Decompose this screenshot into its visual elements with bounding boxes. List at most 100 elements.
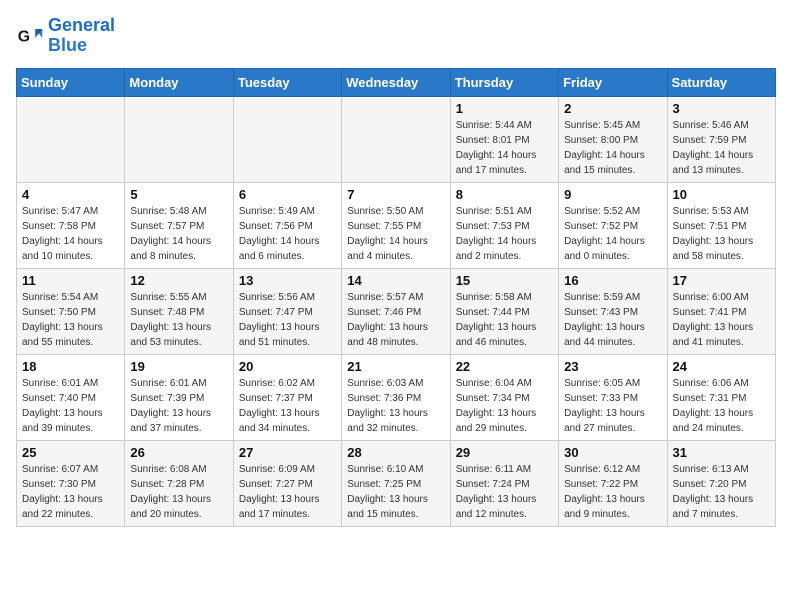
day-number: 1 bbox=[456, 101, 553, 116]
day-info: Sunrise: 5:47 AM Sunset: 7:58 PM Dayligh… bbox=[22, 204, 119, 264]
calendar-cell bbox=[125, 96, 233, 182]
day-info: Sunrise: 6:01 AM Sunset: 7:39 PM Dayligh… bbox=[130, 376, 227, 436]
day-number: 6 bbox=[239, 187, 336, 202]
day-number: 22 bbox=[456, 359, 553, 374]
calendar-cell: 14 Sunrise: 5:57 AM Sunset: 7:46 PM Dayli… bbox=[342, 268, 450, 354]
day-number: 26 bbox=[130, 445, 227, 460]
day-number: 16 bbox=[564, 273, 661, 288]
day-number: 23 bbox=[564, 359, 661, 374]
day-info: Sunrise: 6:05 AM Sunset: 7:33 PM Dayligh… bbox=[564, 376, 661, 436]
day-info: Sunrise: 6:10 AM Sunset: 7:25 PM Dayligh… bbox=[347, 462, 444, 522]
day-header-tuesday: Tuesday bbox=[233, 68, 341, 96]
calendar-cell: 10 Sunrise: 5:53 AM Sunset: 7:51 PM Dayli… bbox=[667, 182, 775, 268]
day-info: Sunrise: 5:58 AM Sunset: 7:44 PM Dayligh… bbox=[456, 290, 553, 350]
day-info: Sunrise: 5:49 AM Sunset: 7:56 PM Dayligh… bbox=[239, 204, 336, 264]
calendar-cell: 4 Sunrise: 5:47 AM Sunset: 7:58 PM Daylig… bbox=[17, 182, 125, 268]
calendar-table: SundayMondayTuesdayWednesdayThursdayFrid… bbox=[16, 68, 776, 527]
calendar-cell: 23 Sunrise: 6:05 AM Sunset: 7:33 PM Dayli… bbox=[559, 354, 667, 440]
day-number: 29 bbox=[456, 445, 553, 460]
day-info: Sunrise: 6:11 AM Sunset: 7:24 PM Dayligh… bbox=[456, 462, 553, 522]
day-number: 8 bbox=[456, 187, 553, 202]
calendar-cell: 29 Sunrise: 6:11 AM Sunset: 7:24 PM Dayli… bbox=[450, 440, 558, 526]
day-info: Sunrise: 6:06 AM Sunset: 7:31 PM Dayligh… bbox=[673, 376, 770, 436]
day-info: Sunrise: 5:59 AM Sunset: 7:43 PM Dayligh… bbox=[564, 290, 661, 350]
day-header-wednesday: Wednesday bbox=[342, 68, 450, 96]
calendar-cell: 1Sunrise: 5:44 AM Sunset: 8:01 PM Daylig… bbox=[450, 96, 558, 182]
day-number: 9 bbox=[564, 187, 661, 202]
day-info: Sunrise: 5:46 AM Sunset: 7:59 PM Dayligh… bbox=[673, 118, 770, 178]
day-info: Sunrise: 6:01 AM Sunset: 7:40 PM Dayligh… bbox=[22, 376, 119, 436]
calendar-cell: 27 Sunrise: 6:09 AM Sunset: 7:27 PM Dayli… bbox=[233, 440, 341, 526]
day-info: Sunrise: 5:55 AM Sunset: 7:48 PM Dayligh… bbox=[130, 290, 227, 350]
day-number: 10 bbox=[673, 187, 770, 202]
week-row-4: 25 Sunrise: 6:07 AM Sunset: 7:30 PM Dayli… bbox=[17, 440, 776, 526]
day-info: Sunrise: 6:12 AM Sunset: 7:22 PM Dayligh… bbox=[564, 462, 661, 522]
day-number: 21 bbox=[347, 359, 444, 374]
day-info: Sunrise: 6:13 AM Sunset: 7:20 PM Dayligh… bbox=[673, 462, 770, 522]
calendar-cell: 9 Sunrise: 5:52 AM Sunset: 7:52 PM Daylig… bbox=[559, 182, 667, 268]
calendar-cell: 2 Sunrise: 5:45 AM Sunset: 8:00 PM Daylig… bbox=[559, 96, 667, 182]
calendar-cell: 16 Sunrise: 5:59 AM Sunset: 7:43 PM Dayli… bbox=[559, 268, 667, 354]
svg-text:G: G bbox=[18, 28, 30, 45]
calendar-cell: 11Sunrise: 5:54 AM Sunset: 7:50 PM Dayli… bbox=[17, 268, 125, 354]
day-info: Sunrise: 5:45 AM Sunset: 8:00 PM Dayligh… bbox=[564, 118, 661, 178]
day-info: Sunrise: 6:04 AM Sunset: 7:34 PM Dayligh… bbox=[456, 376, 553, 436]
day-number: 13 bbox=[239, 273, 336, 288]
day-number: 15 bbox=[456, 273, 553, 288]
day-header-thursday: Thursday bbox=[450, 68, 558, 96]
day-number: 17 bbox=[673, 273, 770, 288]
day-info: Sunrise: 6:07 AM Sunset: 7:30 PM Dayligh… bbox=[22, 462, 119, 522]
day-info: Sunrise: 5:56 AM Sunset: 7:47 PM Dayligh… bbox=[239, 290, 336, 350]
day-header-monday: Monday bbox=[125, 68, 233, 96]
day-info: Sunrise: 6:03 AM Sunset: 7:36 PM Dayligh… bbox=[347, 376, 444, 436]
day-info: Sunrise: 6:09 AM Sunset: 7:27 PM Dayligh… bbox=[239, 462, 336, 522]
day-info: Sunrise: 5:53 AM Sunset: 7:51 PM Dayligh… bbox=[673, 204, 770, 264]
week-row-0: 1Sunrise: 5:44 AM Sunset: 8:01 PM Daylig… bbox=[17, 96, 776, 182]
calendar-cell: 7 Sunrise: 5:50 AM Sunset: 7:55 PM Daylig… bbox=[342, 182, 450, 268]
calendar-cell: 21 Sunrise: 6:03 AM Sunset: 7:36 PM Dayli… bbox=[342, 354, 450, 440]
day-number: 31 bbox=[673, 445, 770, 460]
day-number: 2 bbox=[564, 101, 661, 116]
calendar-cell bbox=[17, 96, 125, 182]
day-info: Sunrise: 6:08 AM Sunset: 7:28 PM Dayligh… bbox=[130, 462, 227, 522]
calendar-cell: 12Sunrise: 5:55 AM Sunset: 7:48 PM Dayli… bbox=[125, 268, 233, 354]
day-info: Sunrise: 5:52 AM Sunset: 7:52 PM Dayligh… bbox=[564, 204, 661, 264]
day-number: 11 bbox=[22, 273, 119, 288]
calendar-cell bbox=[342, 96, 450, 182]
calendar-cell: 17 Sunrise: 6:00 AM Sunset: 7:41 PM Dayli… bbox=[667, 268, 775, 354]
calendar-cell: 22 Sunrise: 6:04 AM Sunset: 7:34 PM Dayli… bbox=[450, 354, 558, 440]
day-number: 7 bbox=[347, 187, 444, 202]
day-number: 30 bbox=[564, 445, 661, 460]
calendar-cell: 8 Sunrise: 5:51 AM Sunset: 7:53 PM Daylig… bbox=[450, 182, 558, 268]
calendar-cell: 15 Sunrise: 5:58 AM Sunset: 7:44 PM Dayli… bbox=[450, 268, 558, 354]
calendar-cell: 18 Sunrise: 6:01 AM Sunset: 7:40 PM Dayli… bbox=[17, 354, 125, 440]
day-info: Sunrise: 5:57 AM Sunset: 7:46 PM Dayligh… bbox=[347, 290, 444, 350]
day-info: Sunrise: 6:02 AM Sunset: 7:37 PM Dayligh… bbox=[239, 376, 336, 436]
day-number: 18 bbox=[22, 359, 119, 374]
calendar-cell: 13 Sunrise: 5:56 AM Sunset: 7:47 PM Dayli… bbox=[233, 268, 341, 354]
day-info: Sunrise: 5:48 AM Sunset: 7:57 PM Dayligh… bbox=[130, 204, 227, 264]
day-number: 25 bbox=[22, 445, 119, 460]
day-number: 14 bbox=[347, 273, 444, 288]
day-info: Sunrise: 5:51 AM Sunset: 7:53 PM Dayligh… bbox=[456, 204, 553, 264]
day-info: Sunrise: 5:50 AM Sunset: 7:55 PM Dayligh… bbox=[347, 204, 444, 264]
day-header-saturday: Saturday bbox=[667, 68, 775, 96]
day-number: 4 bbox=[22, 187, 119, 202]
logo-icon: G bbox=[16, 22, 44, 50]
calendar-cell: 28Sunrise: 6:10 AM Sunset: 7:25 PM Dayli… bbox=[342, 440, 450, 526]
day-header-friday: Friday bbox=[559, 68, 667, 96]
calendar-cell: 31 Sunrise: 6:13 AM Sunset: 7:20 PM Dayli… bbox=[667, 440, 775, 526]
calendar-cell: 3Sunrise: 5:46 AM Sunset: 7:59 PM Daylig… bbox=[667, 96, 775, 182]
calendar-cell: 19 Sunrise: 6:01 AM Sunset: 7:39 PM Dayli… bbox=[125, 354, 233, 440]
calendar-cell: 30 Sunrise: 6:12 AM Sunset: 7:22 PM Dayli… bbox=[559, 440, 667, 526]
day-number: 20 bbox=[239, 359, 336, 374]
logo: G General Blue bbox=[16, 16, 115, 56]
day-info: Sunrise: 6:00 AM Sunset: 7:41 PM Dayligh… bbox=[673, 290, 770, 350]
day-number: 5 bbox=[130, 187, 227, 202]
week-row-3: 18 Sunrise: 6:01 AM Sunset: 7:40 PM Dayli… bbox=[17, 354, 776, 440]
day-number: 19 bbox=[130, 359, 227, 374]
day-header-sunday: Sunday bbox=[17, 68, 125, 96]
calendar-cell: 5 Sunrise: 5:48 AM Sunset: 7:57 PM Daylig… bbox=[125, 182, 233, 268]
calendar-cell: 26 Sunrise: 6:08 AM Sunset: 7:28 PM Dayli… bbox=[125, 440, 233, 526]
day-number: 27 bbox=[239, 445, 336, 460]
